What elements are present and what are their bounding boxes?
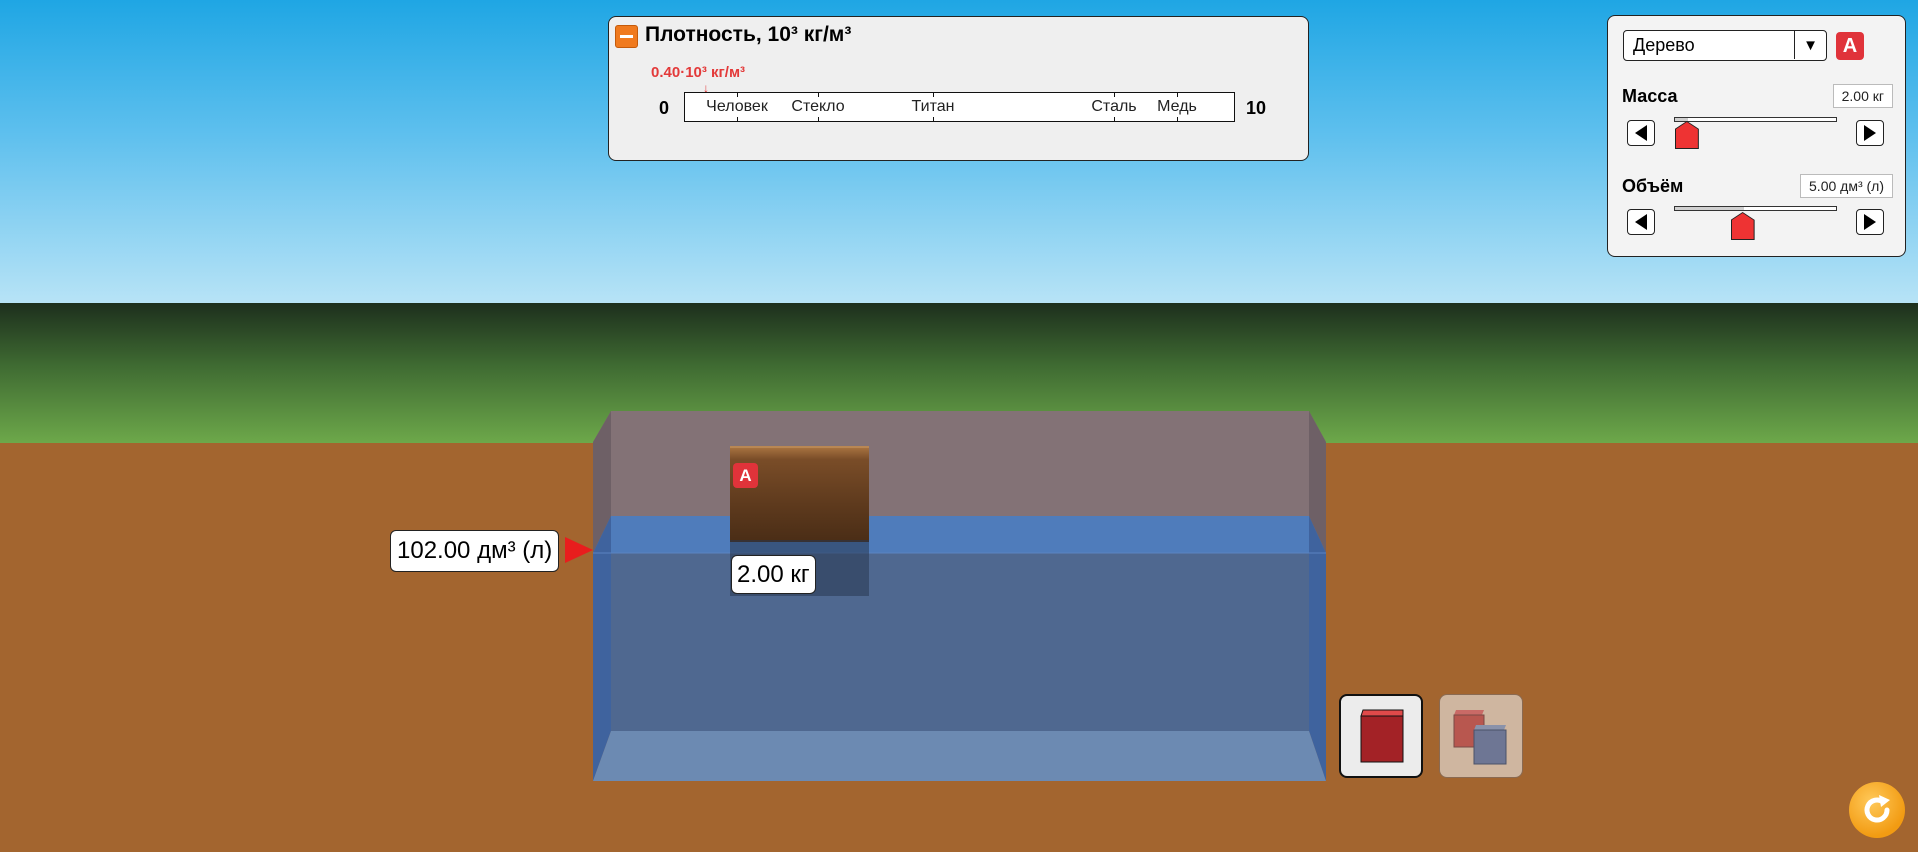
volume-slider-fill <box>1675 207 1744 210</box>
reset-button[interactable] <box>1849 782 1905 838</box>
scale-label-glass: Стекло <box>791 98 845 115</box>
mass-slider-thumb[interactable] <box>1675 122 1698 148</box>
density-title: Плотность, 10³ кг/м³ <box>645 23 852 46</box>
scale-tick <box>1114 117 1115 121</box>
density-marker-value: 0.40·10³ кг/м³ <box>651 64 746 81</box>
material-select[interactable]: Дерево ▼ <box>1623 30 1827 61</box>
scale-label-steel: Сталь <box>1091 98 1137 115</box>
triangle-right-icon <box>1864 214 1876 230</box>
scale-tick <box>933 93 934 97</box>
triangle-left-icon <box>1635 125 1647 141</box>
scale-label-titanium: Титан <box>911 98 955 115</box>
water-tank <box>593 411 1326 781</box>
water-volume-label: 102.00 дм³ (л) <box>390 530 560 572</box>
scale-tick <box>933 117 934 121</box>
two-cubes-icon <box>1453 710 1507 765</box>
mass-value: 2.00 кг <box>1832 84 1893 108</box>
mass-slider-track[interactable] <box>1674 117 1837 122</box>
water-level-arrow-icon <box>565 537 593 563</box>
block-badge: A <box>733 463 758 488</box>
scale-label-copper: Медь <box>1157 98 1197 115</box>
single-cube-icon <box>1360 709 1404 763</box>
block-controls-panel: Дерево ▼ A Масса 2.00 кг Объём 5.00 дм³ … <box>1607 15 1906 257</box>
refresh-icon <box>1864 795 1890 823</box>
block-mass-label: 2.00 кг <box>731 555 816 594</box>
mass-decrease-button[interactable] <box>1627 120 1655 146</box>
triangle-right-icon <box>1864 125 1876 141</box>
mass-increase-button[interactable] <box>1856 120 1884 146</box>
minus-icon[interactable] <box>615 25 638 48</box>
volume-decrease-button[interactable] <box>1627 209 1655 235</box>
volume-slider-track[interactable] <box>1674 206 1837 211</box>
scale-tick <box>818 93 819 97</box>
scale-tick <box>818 117 819 121</box>
density-scale-max: 10 <box>1246 98 1267 118</box>
scale-tick <box>1114 93 1115 97</box>
scale-label-human: Человек <box>706 98 768 115</box>
density-scale-min: 0 <box>659 98 670 118</box>
material-value: Дерево <box>1633 35 1695 55</box>
mass-slider-fill <box>1675 118 1688 121</box>
scale-tick <box>1177 117 1178 121</box>
scale-tick <box>737 117 738 121</box>
triangle-down-icon[interactable]: ▼ <box>1794 31 1826 59</box>
volume-value: 5.00 дм³ (л) <box>1800 174 1893 198</box>
volume-increase-button[interactable] <box>1856 209 1884 235</box>
scale-tick <box>1177 93 1178 97</box>
triangle-left-icon <box>1635 214 1647 230</box>
one-block-mode-button[interactable] <box>1339 694 1423 778</box>
two-blocks-mode-button[interactable] <box>1439 694 1523 778</box>
controls-badge: A <box>1836 32 1864 60</box>
density-panel: Плотность, 10³ кг/м³ 0.40·10³ кг/м³ ↓ 0 … <box>608 16 1309 161</box>
scale-tick <box>737 93 738 97</box>
mass-label: Масса <box>1622 86 1678 106</box>
volume-label: Объём <box>1622 176 1684 196</box>
volume-slider-thumb[interactable] <box>1731 213 1754 239</box>
wood-block[interactable] <box>730 446 869 542</box>
density-scale: Человек Стекло Титан Сталь Медь <box>684 92 1235 122</box>
